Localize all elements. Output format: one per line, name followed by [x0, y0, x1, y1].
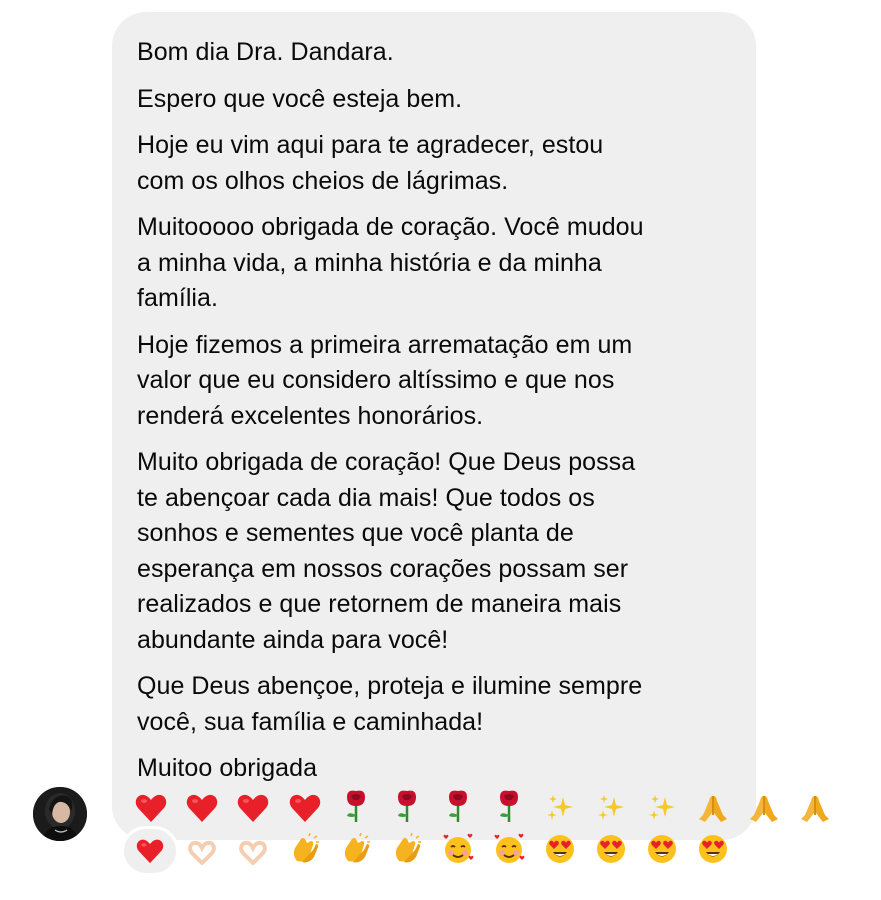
sender-avatar[interactable]	[33, 787, 87, 841]
sparkles-icon	[591, 793, 632, 833]
clapping-hands-icon	[335, 832, 376, 875]
heart-eyes-icon	[693, 833, 734, 875]
heart-eyes-icon	[540, 833, 581, 875]
heart-eyes-icon	[591, 833, 632, 875]
message-line-auction: Hoje fizemos a primeira arrematação em u…	[137, 330, 633, 430]
message-line-signoff: Muitoo obrigada	[137, 754, 318, 782]
clapping-hands-icon	[386, 832, 427, 875]
heart-hands-icon	[182, 839, 223, 875]
heart-icon	[233, 793, 274, 833]
heart-icon	[182, 793, 223, 833]
message-line-gratitude: Muitooooo obrigada de coração. Você mudo…	[137, 213, 644, 312]
heart-icon	[136, 839, 164, 864]
avatar-photo	[33, 787, 87, 841]
heart-hands-icon	[233, 839, 274, 875]
emoji-row-1	[131, 789, 830, 833]
message-line-wellbeing: Espero que você esteja bem.	[137, 84, 463, 113]
praying-hands-icon	[693, 793, 734, 833]
rose-icon	[335, 789, 376, 833]
message-line-thanks: Hoje eu vim aqui para te agradecer, esto…	[137, 131, 604, 195]
smiling-face-with-hearts-icon	[438, 833, 479, 875]
sparkles-icon	[540, 793, 581, 833]
heart-eyes-icon	[642, 833, 683, 875]
message-line-greeting: Bom dia Dra. Dandara.	[137, 38, 394, 66]
praying-hands-icon	[744, 793, 785, 833]
rose-icon	[438, 789, 479, 833]
rose-icon	[489, 789, 530, 833]
emoji-row-2	[131, 832, 736, 875]
message-line-blessing: Muito obrigada de coração! Que Deus poss…	[137, 448, 636, 654]
smiling-face-with-hearts-icon	[489, 833, 530, 875]
praying-hands-icon	[795, 793, 836, 833]
rose-icon	[386, 789, 427, 833]
heart-icon	[284, 793, 325, 833]
clapping-hands-icon	[284, 832, 325, 875]
message-line-closing: Que Deus abençoe, proteja e ilumine semp…	[137, 672, 643, 736]
sparkles-icon	[642, 793, 683, 833]
message-bubble[interactable]: Bom dia Dra. Dandara. Espero que você es…	[112, 12, 830, 866]
reaction-badge[interactable]	[121, 826, 179, 876]
